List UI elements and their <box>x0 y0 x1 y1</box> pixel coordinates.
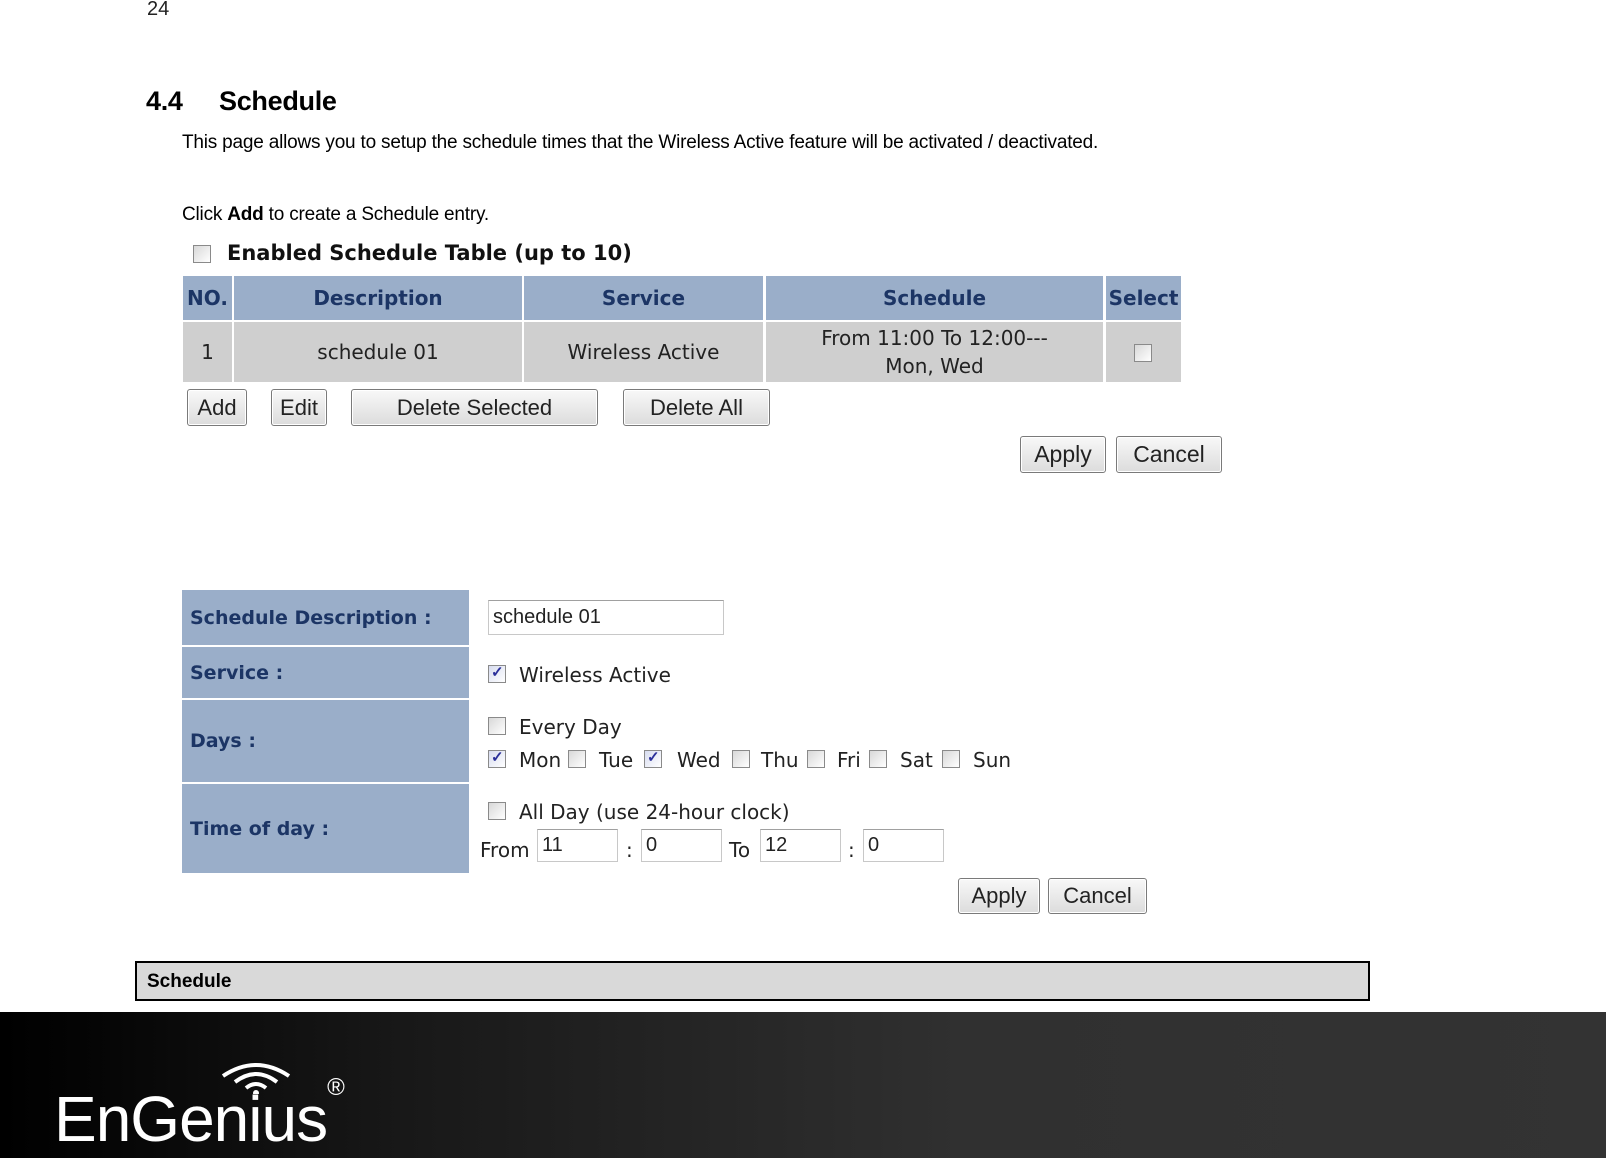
edit-button[interactable]: Edit <box>271 389 327 426</box>
service-wireless-active-checkbox[interactable] <box>488 663 506 683</box>
cell-no: 1 <box>183 322 232 382</box>
day-thu-checkbox[interactable] <box>732 750 750 768</box>
every-day-label: Every Day <box>519 715 622 739</box>
day-fri-checkbox[interactable] <box>807 750 825 768</box>
to-separator: : <box>848 838 855 862</box>
form-cancel-button[interactable]: Cancel <box>1048 878 1147 914</box>
from-label: From <box>480 838 530 862</box>
instruction-suffix: to create a Schedule entry. <box>263 204 489 225</box>
form-apply-button[interactable]: Apply <box>958 878 1040 914</box>
to-label: To <box>729 838 751 862</box>
day-mon-checkbox[interactable] <box>488 748 506 768</box>
day-sun-checkbox[interactable] <box>942 750 960 768</box>
time-of-day-label: Time of day : <box>182 784 469 873</box>
description-label: Schedule Description : <box>182 590 469 645</box>
cell-description: schedule 01 <box>234 322 522 382</box>
cell-schedule-time: From 11:00 To 12:00--- <box>821 326 1048 350</box>
header-schedule: Schedule <box>766 276 1103 320</box>
delete-selected-button[interactable]: Delete Selected <box>351 389 598 426</box>
section-number: 4.4 <box>146 86 183 116</box>
day-tue-label: Tue <box>599 748 634 772</box>
day-wed-label: Wed <box>677 748 721 772</box>
day-tue-checkbox[interactable] <box>568 750 586 768</box>
cell-schedule-days: Mon, Wed <box>885 354 984 378</box>
cell-service: Wireless Active <box>524 322 763 382</box>
header-description: Description <box>234 276 522 320</box>
day-fri-label: Fri <box>837 748 861 772</box>
service-label: Service : <box>182 647 469 698</box>
section-title: Schedule <box>219 86 337 116</box>
day-sat-label: Sat <box>900 748 933 772</box>
table-apply-button[interactable]: Apply <box>1020 436 1106 473</box>
from-minute-input[interactable] <box>641 829 722 862</box>
enabled-schedule-checkbox[interactable] <box>193 245 211 263</box>
to-minute-input[interactable] <box>863 829 944 862</box>
engenius-logo: EnGenius® <box>54 1074 345 1156</box>
table-cancel-button[interactable]: Cancel <box>1116 436 1222 473</box>
all-day-checkbox[interactable] <box>488 802 506 820</box>
delete-all-button[interactable]: Delete All <box>623 389 770 426</box>
day-thu-label: Thu <box>761 748 799 772</box>
add-button[interactable]: Add <box>187 389 247 426</box>
to-hour-input[interactable] <box>760 829 841 862</box>
header-select: Select <box>1106 276 1181 320</box>
all-day-label: All Day (use 24-hour clock) <box>519 800 790 824</box>
trademark-symbol: ® <box>327 1074 345 1101</box>
wifi-signal-icon <box>221 1063 291 1094</box>
intro-text: This page allows you to setup the schedu… <box>182 132 1099 153</box>
section-heading: 4.4 Schedule <box>146 86 337 117</box>
figure-caption: Schedule <box>135 961 1370 1001</box>
days-label: Days : <box>182 700 469 782</box>
instruction-bold: Add <box>227 204 264 225</box>
schedule-description-input[interactable] <box>488 600 724 635</box>
day-sun-label: Sun <box>973 748 1012 772</box>
from-hour-input[interactable] <box>537 829 618 862</box>
every-day-checkbox[interactable] <box>488 717 506 735</box>
instruction-text: Click Add to create a Schedule entry. <box>182 204 489 226</box>
cell-schedule: From 11:00 To 12:00--- Mon, Wed <box>766 322 1103 382</box>
day-mon-label: Mon <box>519 748 562 772</box>
from-separator: : <box>626 838 633 862</box>
service-wireless-active-label: Wireless Active <box>519 663 671 687</box>
header-no: NO. <box>183 276 232 320</box>
day-sat-checkbox[interactable] <box>869 750 887 768</box>
row-select-checkbox[interactable] <box>1134 344 1152 362</box>
header-service: Service <box>524 276 763 320</box>
page-number: 24 <box>147 0 170 20</box>
day-wed-checkbox[interactable] <box>644 748 662 768</box>
instruction-prefix: Click <box>182 204 228 225</box>
enabled-schedule-label: Enabled Schedule Table (up to 10) <box>227 241 632 265</box>
